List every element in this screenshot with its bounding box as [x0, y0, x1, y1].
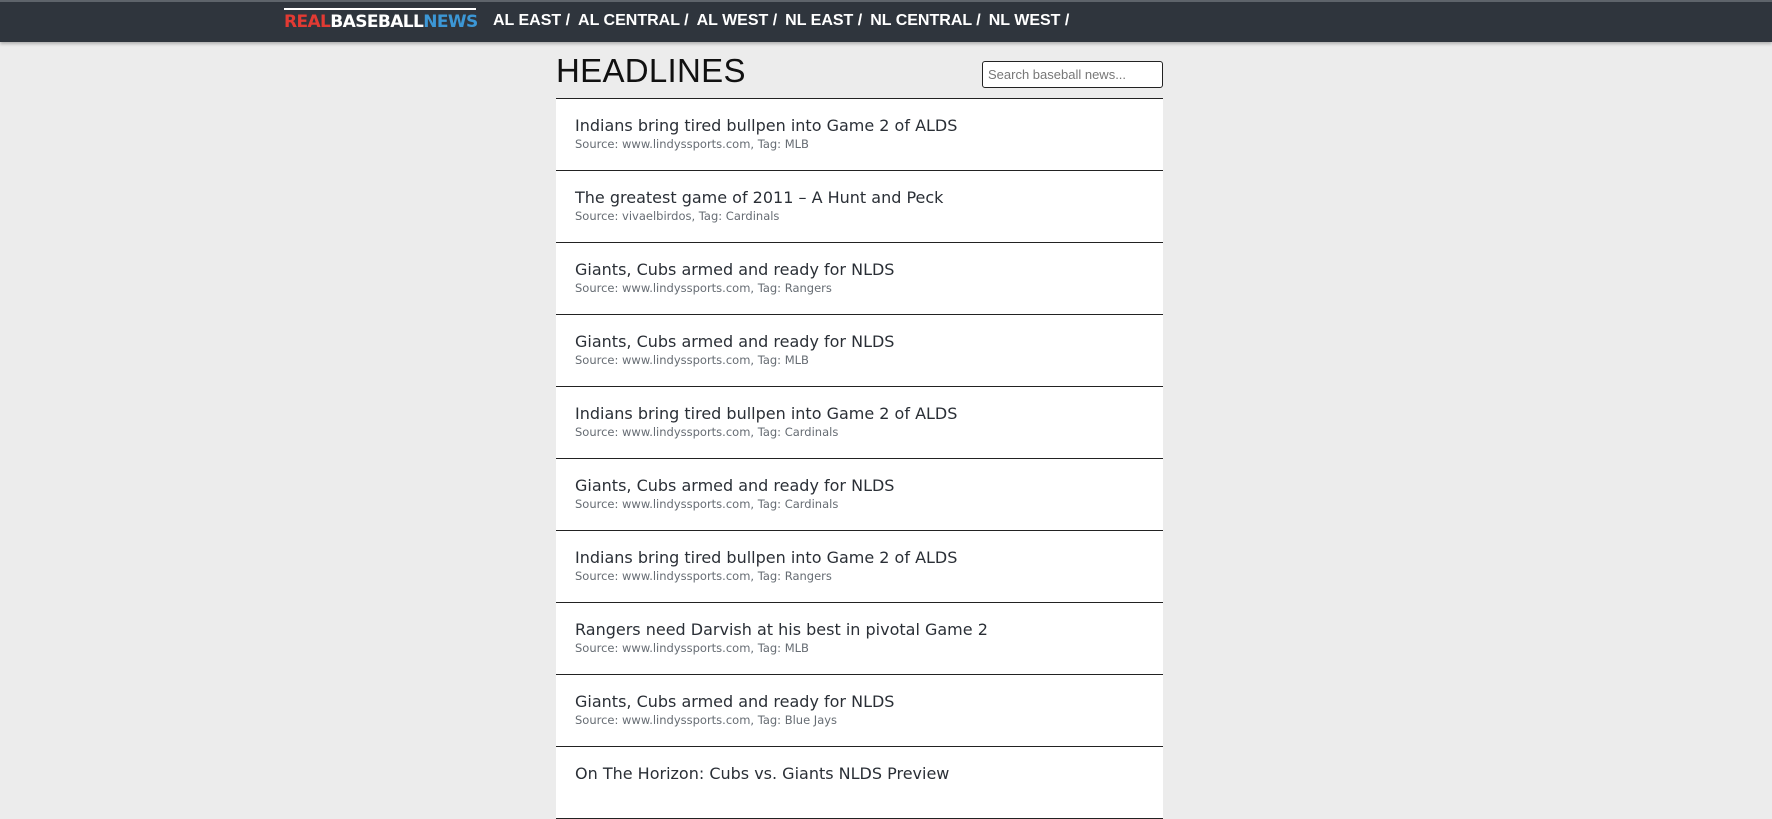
headline-header: HEADLINES [556, 42, 1163, 98]
article-item[interactable]: Rangers need Darvish at his best in pivo… [556, 603, 1163, 675]
article-title[interactable]: Rangers need Darvish at his best in pivo… [575, 620, 1163, 640]
division-nav: AL EAST / AL CENTRAL / AL WEST / NL EAST… [493, 11, 1077, 31]
nav-al-west[interactable]: AL WEST / [697, 11, 778, 31]
article-meta: Source: www.lindyssports.com, Tag: Cardi… [575, 497, 839, 511]
nav-nl-east[interactable]: NL EAST / [785, 11, 862, 31]
top-navbar: REALBASEBALLNEWS AL EAST / AL CENTRAL / … [0, 0, 1772, 42]
main-content: HEADLINES Indians bring tired bullpen in… [556, 42, 1163, 819]
article-title[interactable]: The greatest game of 2011 – A Hunt and P… [575, 188, 1163, 208]
search-input[interactable] [982, 61, 1163, 88]
article-item[interactable]: On The Horizon: Cubs vs. Giants NLDS Pre… [556, 747, 1163, 819]
article-list: Indians bring tired bullpen into Game 2 … [556, 98, 1163, 819]
article-title[interactable]: On The Horizon: Cubs vs. Giants NLDS Pre… [575, 764, 1163, 784]
article-item[interactable]: Giants, Cubs armed and ready for NLDS So… [556, 459, 1163, 531]
article-item[interactable]: Giants, Cubs armed and ready for NLDS So… [556, 675, 1163, 747]
nav-al-central[interactable]: AL CENTRAL / [578, 11, 689, 31]
article-item[interactable]: Giants, Cubs armed and ready for NLDS So… [556, 243, 1163, 315]
article-meta: Source: www.lindyssports.com, Tag: Cardi… [575, 425, 839, 439]
logo-real: REAL [284, 12, 331, 32]
site-logo[interactable]: REALBASEBALLNEWS [284, 8, 478, 35]
article-meta: Source: www.lindyssports.com, Tag: MLB [575, 353, 809, 367]
nav-al-east[interactable]: AL EAST / [493, 11, 570, 31]
article-item[interactable]: Indians bring tired bullpen into Game 2 … [556, 99, 1163, 171]
logo-wordmark: REALBASEBALLNEWS [284, 12, 478, 32]
article-title[interactable]: Giants, Cubs armed and ready for NLDS [575, 692, 1163, 712]
article-meta: Source: www.lindyssports.com, Tag: MLB [575, 641, 809, 655]
article-meta: Source: www.lindyssports.com, Tag: Range… [575, 569, 832, 583]
article-title[interactable]: Giants, Cubs armed and ready for NLDS [575, 332, 1163, 352]
article-title[interactable]: Indians bring tired bullpen into Game 2 … [575, 548, 1163, 568]
article-meta: Source: vivaelbirdos, Tag: Cardinals [575, 209, 780, 223]
nav-nl-west[interactable]: NL WEST / [989, 11, 1070, 31]
article-meta: Source: www.lindyssports.com, Tag: MLB [575, 137, 809, 151]
logo-rule [284, 8, 476, 10]
article-meta: Source: www.lindyssports.com, Tag: Range… [575, 281, 832, 295]
article-title[interactable]: Indians bring tired bullpen into Game 2 … [575, 116, 1163, 136]
article-meta: Source: www.lindyssports.com, Tag: Blue … [575, 713, 838, 727]
page-title: HEADLINES [556, 52, 746, 89]
article-item[interactable]: Giants, Cubs armed and ready for NLDS So… [556, 315, 1163, 387]
article-title[interactable]: Giants, Cubs armed and ready for NLDS [575, 260, 1163, 280]
nav-nl-central[interactable]: NL CENTRAL / [870, 11, 981, 31]
article-item[interactable]: The greatest game of 2011 – A Hunt and P… [556, 171, 1163, 243]
logo-news: NEWS [423, 12, 478, 32]
article-item[interactable]: Indians bring tired bullpen into Game 2 … [556, 531, 1163, 603]
article-title[interactable]: Giants, Cubs armed and ready for NLDS [575, 476, 1163, 496]
article-title[interactable]: Indians bring tired bullpen into Game 2 … [575, 404, 1163, 424]
logo-baseball: BASEBALL [330, 12, 424, 32]
article-item[interactable]: Indians bring tired bullpen into Game 2 … [556, 387, 1163, 459]
